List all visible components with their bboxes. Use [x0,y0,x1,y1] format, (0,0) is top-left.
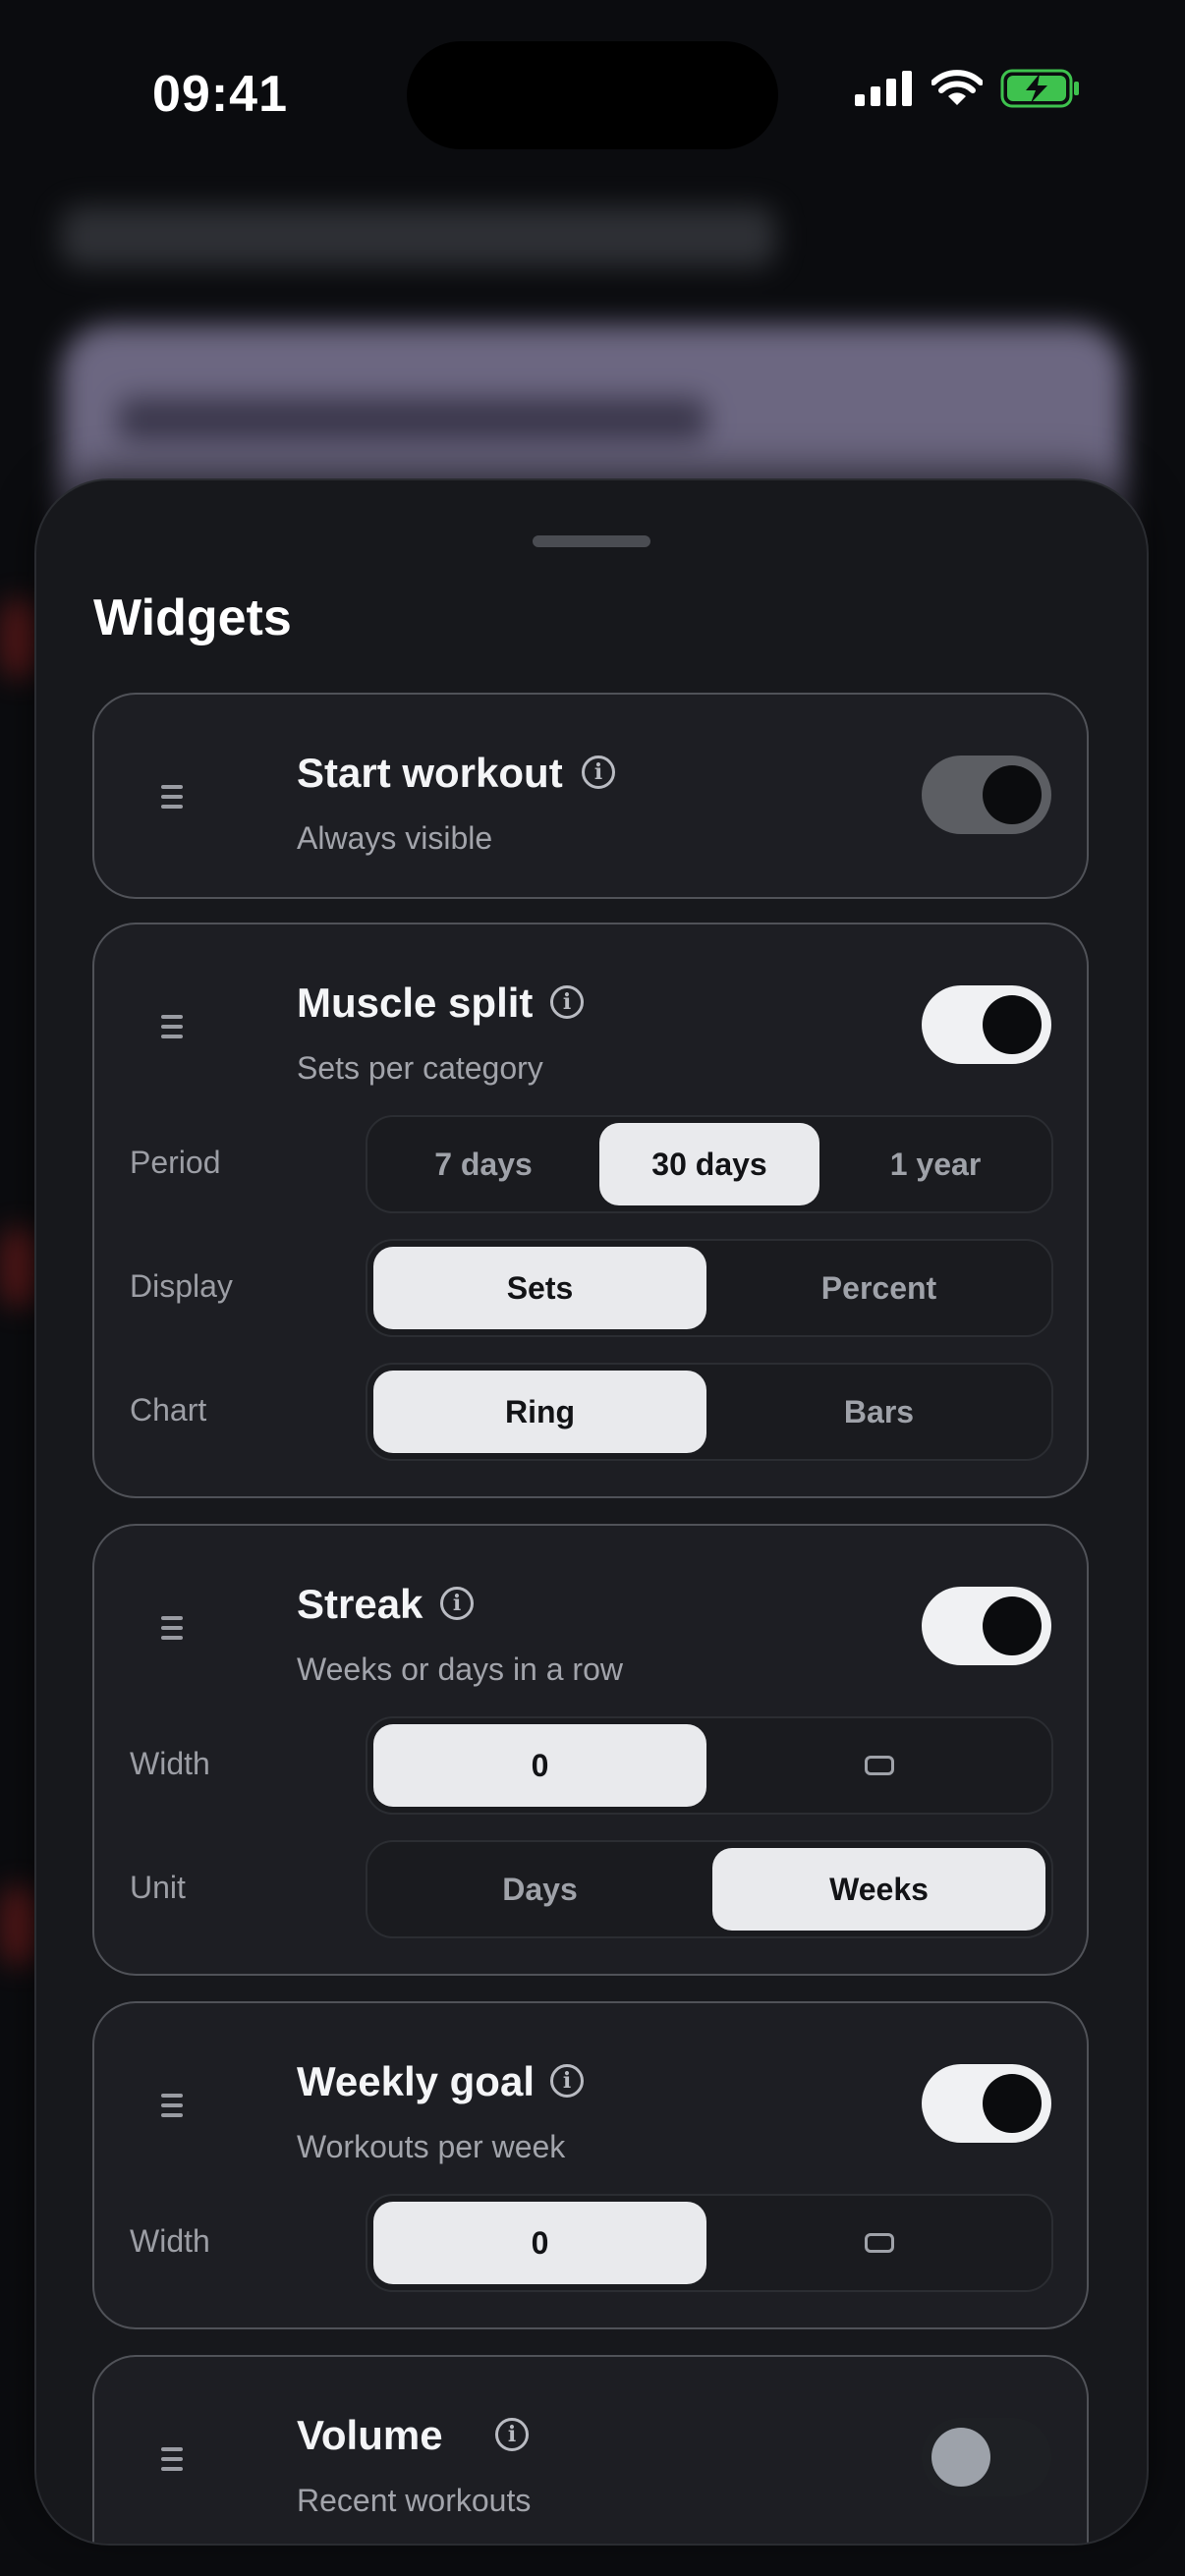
widget-toggle[interactable] [922,985,1051,1064]
drag-handle-icon[interactable] [161,2447,183,2477]
setting-label-unit: Unit [130,1870,186,1905]
unit-option-days[interactable]: Days [373,1848,706,1931]
info-icon[interactable]: i [582,756,615,789]
widget-toggle[interactable] [922,2418,1051,2496]
background-accent [0,599,39,678]
widget-title: Muscle split [297,980,534,1026]
widget-subtitle: Workouts per week [297,2129,566,2164]
background-card-line [118,398,707,441]
width-option-wide[interactable] [712,2202,1045,2284]
widget-card-weekly-goal: Weekly goal i Workouts per week Width 0 [92,2001,1089,2329]
cellular-signal-icon [855,71,912,106]
info-icon[interactable]: i [440,1587,474,1620]
setting-label-display: Display [130,1268,233,1304]
status-time: 09:41 [152,66,288,123]
setting-label-chart: Chart [130,1392,207,1428]
background-accent [0,1886,39,1965]
widget-title: Streak [297,1581,423,1627]
setting-label-period: Period [130,1145,221,1180]
info-icon[interactable]: i [495,2418,529,2451]
widget-toggle[interactable] [922,2064,1051,2143]
drag-handle-icon[interactable] [161,1015,183,1044]
period-option-1-year[interactable]: 1 year [825,1123,1045,1205]
display-option-percent[interactable]: Percent [712,1247,1045,1329]
sheet-title: Widgets [93,589,292,646]
chart-segmented-control: Ring Bars [366,1363,1053,1461]
dynamic-island [407,41,778,149]
display-segmented-control: Sets Percent [366,1239,1053,1337]
widget-subtitle: Weeks or days in a row [297,1652,623,1687]
widget-card-streak: Streak i Weeks or days in a row Width 0 … [92,1524,1089,1976]
widget-subtitle: Recent workouts [297,2483,532,2518]
status-icons [855,69,1081,108]
rect-icon [864,2233,894,2253]
widget-card-volume: Volume i Recent workouts [92,2355,1089,2544]
wifi-icon [931,70,983,105]
widgets-sheet: Widgets Start workout i Always visible M… [36,480,1147,2544]
info-icon[interactable]: i [550,2064,584,2098]
sheet-grabber[interactable] [533,535,650,547]
widget-card-start-workout: Start workout i Always visible [92,693,1089,899]
info-icon[interactable]: i [550,985,584,1019]
drag-handle-icon[interactable] [161,1616,183,1646]
widget-subtitle: Always visible [297,820,493,856]
width-option-small[interactable]: 0 [373,1724,706,1807]
widget-toggle[interactable] [922,1587,1051,1665]
unit-segmented-control: Days Weeks [366,1840,1053,1938]
width-segmented-control: 0 [366,2194,1053,2292]
drag-handle-icon[interactable] [161,785,183,814]
widget-title: Weekly goal [297,2058,535,2104]
period-option-7-days[interactable]: 7 days [373,1123,593,1205]
drag-handle-icon[interactable] [161,2094,183,2123]
chart-option-bars[interactable]: Bars [712,1371,1045,1453]
background-accent [0,1228,39,1307]
width-segmented-control: 0 [366,1716,1053,1815]
width-option-small[interactable]: 0 [373,2202,706,2284]
width-option-wide[interactable] [712,1724,1045,1807]
widget-title: Start workout [297,750,563,796]
unit-option-weeks[interactable]: Weeks [712,1848,1045,1931]
widget-subtitle: Sets per category [297,1050,543,1086]
period-option-30-days[interactable]: 30 days [599,1123,819,1205]
widget-card-muscle-split: Muscle split i Sets per category Period … [92,923,1089,1498]
rect-icon [864,1756,894,1775]
battery-charging-icon [1000,69,1079,108]
chart-option-ring[interactable]: Ring [373,1371,706,1453]
widget-title: Volume [297,2412,443,2458]
setting-label-width: Width [130,1746,210,1781]
widget-toggle[interactable] [922,756,1051,834]
display-option-sets[interactable]: Sets [373,1247,706,1329]
background-title [61,206,776,267]
period-segmented-control: 7 days 30 days 1 year [366,1115,1053,1213]
setting-label-width: Width [130,2223,210,2259]
